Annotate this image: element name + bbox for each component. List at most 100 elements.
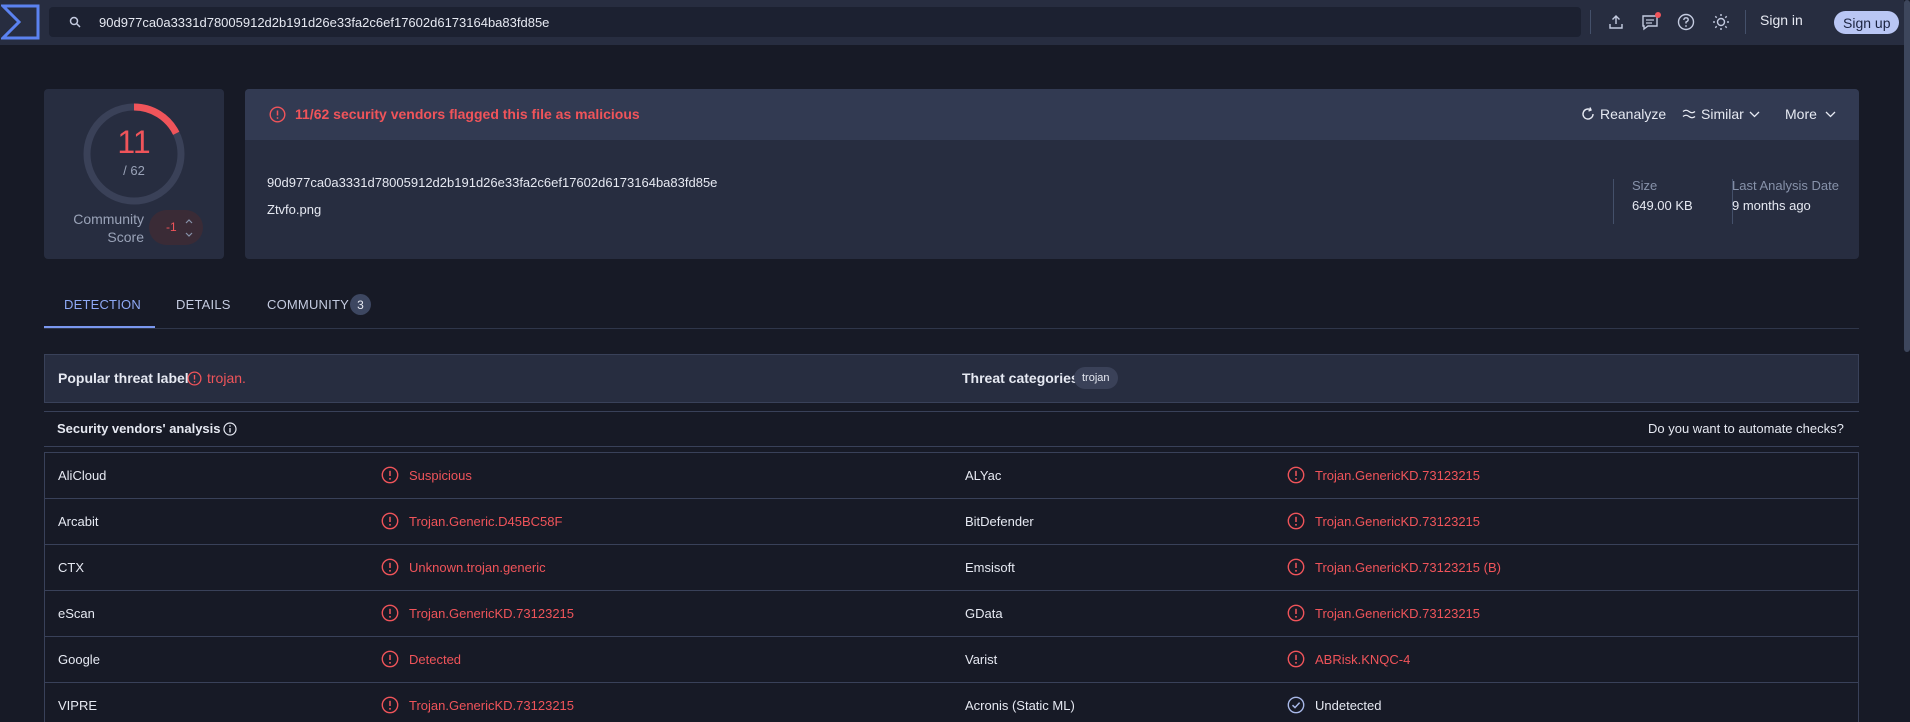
vendor-name: CTX — [58, 560, 84, 575]
table-row: AliCloud Suspicious ALYac Trojan.GenericKD.… — [45, 452, 1858, 498]
threat-categories-label: Threat categories — [962, 370, 1079, 386]
detection-count: 11 — [117, 124, 151, 160]
alert-icon — [187, 371, 202, 386]
alert-icon — [381, 696, 399, 714]
search-input[interactable]: 90d977ca0a3331d78005912d2b191d26e33fa2c6… — [49, 7, 1581, 37]
alert-icon — [381, 558, 399, 576]
alert-icon — [1287, 512, 1305, 530]
vendor-name: AliCloud — [58, 468, 107, 483]
divider — [1745, 10, 1746, 34]
vendor-name: Google — [58, 652, 100, 667]
vendor-result: Trojan.GenericKD.73123215 — [1315, 606, 1481, 621]
scrollbar[interactable] — [1904, 0, 1910, 722]
alert-icon — [381, 650, 399, 668]
vendor-result: Trojan.GenericKD.73123215 (B) — [1315, 560, 1501, 575]
vendor-name: Varist — [965, 652, 998, 667]
vendor-result: Unknown.trojan.generic — [409, 560, 546, 575]
refresh-icon — [1582, 107, 1594, 120]
vendor-name: Acronis (Static ML) — [965, 698, 1075, 713]
table-row: eScan Trojan.GenericKD.73123215 GData Troja… — [45, 590, 1858, 636]
divider — [44, 446, 1859, 447]
last-analysis-label: Last Analysis Date — [1732, 178, 1839, 193]
vendors-analysis-title: Security vendors' analysis — [57, 421, 221, 436]
chevron-down-icon[interactable] — [185, 230, 193, 238]
vendor-result: Detected — [409, 652, 462, 667]
community-label-line1: Community — [73, 211, 144, 227]
similar-label: Similar — [1701, 106, 1744, 122]
vendor-result: ABRisk.KNQC-4 — [1315, 652, 1411, 667]
community-count-badge: 3 — [350, 294, 371, 315]
scrollbar-thumb[interactable] — [1904, 0, 1910, 352]
vendor-result: Trojan.GenericKD.73123215 — [1315, 468, 1481, 483]
vendor-result: Trojan.GenericKD.73123215 — [409, 698, 575, 713]
vendor-result: Trojan.Generic.D45BC58F — [409, 514, 563, 529]
malicious-alert: 11/62 security vendors flagged this file… — [295, 106, 640, 122]
more-dropdown[interactable]: More — [1785, 106, 1841, 122]
vendor-result: Trojan.GenericKD.73123215 — [1315, 514, 1481, 529]
similar-dropdown[interactable]: Similar — [1682, 106, 1765, 122]
vendor-name: eScan — [58, 606, 95, 621]
reanalyze-label: Reanalyze — [1600, 106, 1667, 122]
summary-header: 11/62 security vendors flagged this file… — [245, 89, 1859, 140]
chat-icon[interactable] — [1637, 8, 1665, 36]
alert-icon — [1287, 604, 1305, 622]
alert-icon — [381, 466, 399, 484]
chevron-up-icon[interactable] — [185, 217, 193, 225]
tabs-divider — [44, 328, 1859, 329]
popular-threat-label: Popular threat label — [58, 370, 189, 386]
popular-threat-value[interactable]: trojan. — [207, 370, 246, 386]
alert-icon — [1287, 650, 1305, 668]
vendors-table: AliCloud Suspicious ALYac Trojan.GenericKD.… — [44, 452, 1859, 722]
table-row: VIPRE Trojan.GenericKD.73123215 Acronis (S… — [45, 682, 1858, 722]
alert-icon — [1287, 558, 1305, 576]
community-score-badge: -1 — [149, 210, 203, 245]
vendor-name: Arcabit — [58, 514, 99, 529]
alert-icon — [381, 512, 399, 530]
table-row: Google Detected Varist ABRisk.KNQC-4 — [45, 636, 1858, 682]
community-score-label: Community Score — [64, 210, 144, 246]
detection-score-card: 11 / 62 Community Score -1 — [44, 89, 224, 259]
logo-icon[interactable] — [1, 4, 40, 40]
info-icon[interactable] — [223, 422, 237, 436]
last-analysis-value: 9 months ago — [1732, 198, 1811, 213]
vendor-result: Suspicious — [409, 468, 472, 483]
top-bar: 90d977ca0a3331d78005912d2b191d26e33fa2c6… — [0, 0, 1904, 45]
upload-icon[interactable] — [1602, 8, 1630, 36]
sign-up-button[interactable]: Sign up — [1834, 11, 1900, 34]
alert-icon — [1287, 466, 1305, 484]
divider — [44, 411, 1859, 412]
similar-icon — [1682, 109, 1696, 119]
divider — [1613, 179, 1614, 224]
divider — [1590, 10, 1591, 34]
file-name: Ztvfo.png — [267, 202, 322, 217]
active-tab-indicator — [44, 326, 155, 328]
chevron-down-icon — [1749, 111, 1760, 117]
community-score-value: -1 — [166, 220, 177, 234]
help-icon[interactable] — [1672, 8, 1700, 36]
sign-in-link[interactable]: Sign in — [1760, 12, 1803, 28]
table-row: CTX Unknown.trojan.generic Emsisoft Trojan.… — [45, 544, 1858, 590]
table-row: Arcabit Trojan.Generic.D45BC58F BitDefende… — [45, 498, 1858, 544]
tab-community[interactable]: COMMUNITY — [267, 297, 349, 312]
search-query[interactable]: 90d977ca0a3331d78005912d2b191d26e33fa2c6… — [99, 15, 549, 30]
more-label: More — [1785, 106, 1817, 122]
theme-icon[interactable] — [1707, 8, 1735, 36]
vendor-name: GData — [965, 606, 1003, 621]
file-hash: 90d977ca0a3331d78005912d2b191d26e33fa2c6… — [267, 175, 718, 190]
file-summary-panel: 11/62 security vendors flagged this file… — [245, 89, 1859, 259]
tab-detection[interactable]: DETECTION — [64, 297, 141, 312]
vendor-name: Emsisoft — [965, 560, 1015, 575]
tab-details[interactable]: DETAILS — [176, 297, 231, 312]
vendor-name: BitDefender — [965, 514, 1034, 529]
community-label-line2: Score — [107, 229, 144, 245]
alert-icon — [381, 604, 399, 622]
size-label: Size — [1632, 178, 1658, 193]
vendor-result: Undetected — [1315, 698, 1382, 713]
automate-checks-link[interactable]: Do you want to automate checks? — [1648, 421, 1844, 436]
reanalyze-button[interactable]: Reanalyze — [1581, 106, 1666, 122]
threat-category-chip[interactable]: trojan — [1074, 367, 1118, 389]
size-value: 649.00 KB — [1632, 198, 1693, 213]
vendor-result: Trojan.GenericKD.73123215 — [409, 606, 575, 621]
vendor-name: ALYac — [965, 468, 1002, 483]
vendor-name: VIPRE — [58, 698, 98, 713]
